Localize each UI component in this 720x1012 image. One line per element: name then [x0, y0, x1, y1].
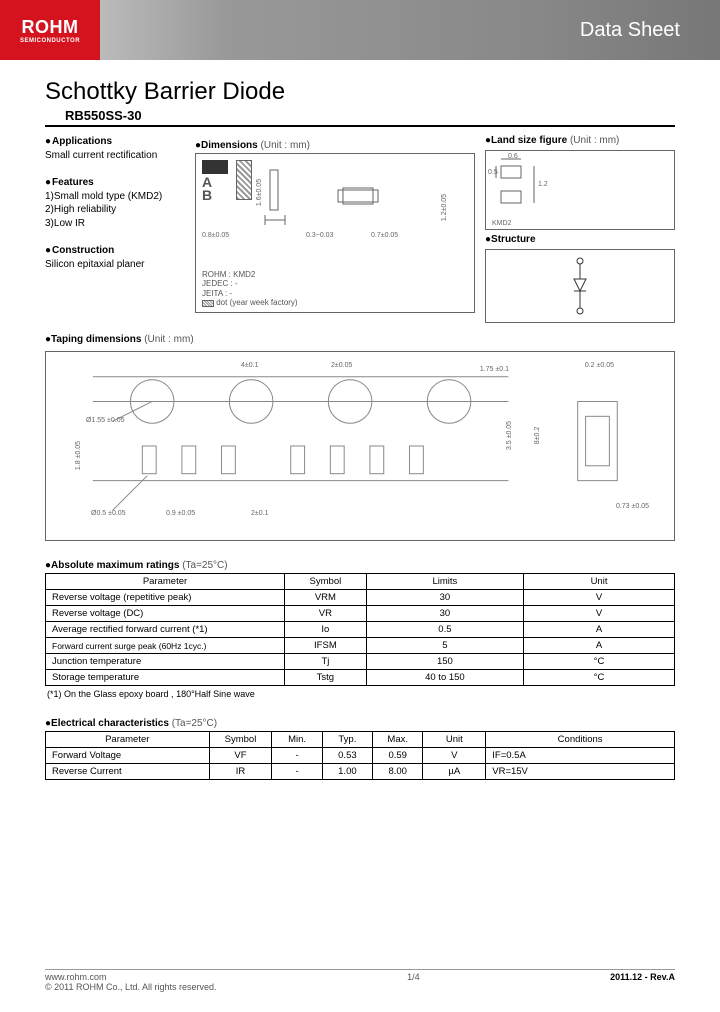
taping-drawing: Ø1.55 ±0.05 4±0.1 2±0.05 1.75 ±0.1 0.2 ±… [45, 351, 675, 541]
outline-icon [260, 160, 320, 230]
abs-max-footnote: (*1) On the Glass epoxy board , 180°Half… [47, 689, 675, 699]
banner-strip: Data Sheet [100, 0, 720, 60]
page-footer: www.rohm.com © 2011 ROHM Co., Ltd. All r… [45, 969, 675, 992]
applications-body: Small current rectification [45, 149, 185, 163]
page-title: Schottky Barrier Diode [45, 78, 675, 106]
construction-heading: Construction [45, 244, 185, 258]
dimensions-column: Dimensions (Unit : mm) AB 0.8±0.05 1.6±0… [195, 135, 475, 323]
table-row: Reverse voltage (DC)VR30V [46, 606, 675, 622]
part-number: RB550SS-30 [65, 108, 675, 123]
construction-section: Construction Silicon epitaxial planer [45, 244, 185, 271]
table-row: Forward current surge peak (60Hz 1cyc.)I… [46, 638, 675, 654]
footer-left: www.rohm.com © 2011 ROHM Co., Ltd. All r… [45, 972, 217, 992]
taping-section: Taping dimensions (Unit : mm) [45, 329, 675, 541]
dimensions-heading: Dimensions (Unit : mm) [195, 140, 310, 151]
brand-subtitle: SEMICONDUCTOR [20, 38, 80, 44]
feature-item: 1)Small mold type (KMD2) [45, 190, 185, 204]
content-area: Schottky Barrier Diode RB550SS-30 Applic… [0, 60, 720, 780]
abs-max-section: Absolute maximum ratings (Ta=25°C) Param… [45, 555, 675, 699]
table-header-row: Parameter Symbol Min. Typ. Max. Unit Con… [46, 732, 675, 748]
feature-item: 2)High reliability [45, 203, 185, 217]
marking-ab: AB [202, 176, 228, 203]
table-header-row: Parameter Symbol Limits Unit [46, 574, 675, 590]
structure-heading: Structure [485, 234, 675, 245]
table-row: Average rectified forward current (*1)Io… [46, 622, 675, 638]
structure-drawing [485, 249, 675, 323]
left-column: Applications Small current rectification… [45, 135, 185, 323]
land-drawing: 0.6 0.5 1.2 KMD2 [485, 150, 675, 230]
abs-max-heading: Absolute maximum ratings (Ta=25°C) [45, 560, 228, 571]
tape-reel-icon [46, 352, 674, 540]
applications-section: Applications Small current rectification [45, 135, 185, 162]
table-row: Reverse CurrentIR-1.008.00µAVR=15V [46, 764, 675, 780]
upper-row: Applications Small current rectification… [45, 135, 675, 323]
features-heading: Features [45, 176, 185, 190]
footer-url: www.rohm.com [45, 972, 217, 982]
right-column: Land size figure (Unit : mm) 0.6 0.5 1.2… [485, 135, 675, 323]
top-banner: ROHM SEMICONDUCTOR Data Sheet [0, 0, 720, 60]
page-number: 1/4 [217, 972, 611, 992]
brand-name: ROHM [22, 17, 79, 38]
revision: 2011.12 - Rev.A [610, 972, 675, 992]
abs-max-table: Parameter Symbol Limits Unit Reverse vol… [45, 573, 675, 686]
diode-symbol-icon [565, 256, 595, 316]
table-row: Reverse voltage (repetitive peak)VRM30V [46, 590, 675, 606]
dimensions-notes: ROHM : KMD2 JEDEC : - JEITA : - dot (yea… [202, 270, 298, 308]
taping-heading: Taping dimensions (Unit : mm) [45, 334, 194, 345]
divider [45, 125, 675, 127]
feature-item: 3)Low IR [45, 217, 185, 231]
table-row: Storage temperatureTstg40 to 150°C [46, 670, 675, 686]
datasheet-page: ROHM SEMICONDUCTOR Data Sheet Schottky B… [0, 0, 720, 1012]
elec-section: Electrical characteristics (Ta=25°C) Par… [45, 713, 675, 780]
footer-copyright: © 2011 ROHM Co., Ltd. All rights reserve… [45, 982, 217, 992]
features-section: Features 1)Small mold type (KMD2) 2)High… [45, 176, 185, 230]
banner-title: Data Sheet [580, 19, 680, 42]
construction-body: Silicon epitaxial planer [45, 258, 185, 272]
table-row: Junction temperatureTj150°C [46, 654, 675, 670]
elec-table: Parameter Symbol Min. Typ. Max. Unit Con… [45, 731, 675, 780]
elec-heading: Electrical characteristics (Ta=25°C) [45, 718, 217, 729]
outline-icon [328, 160, 398, 230]
applications-heading: Applications [45, 135, 185, 149]
table-row: Forward VoltageVF-0.530.59VIF=0.5A [46, 748, 675, 764]
land-label: KMD2 [492, 220, 511, 227]
dimensions-drawing: AB 0.8±0.05 1.6±0.05 0.3−0.03 0.7±0.05 1… [195, 153, 475, 313]
land-heading: Land size figure (Unit : mm) [485, 135, 675, 146]
brand-logo: ROHM SEMICONDUCTOR [0, 0, 100, 60]
